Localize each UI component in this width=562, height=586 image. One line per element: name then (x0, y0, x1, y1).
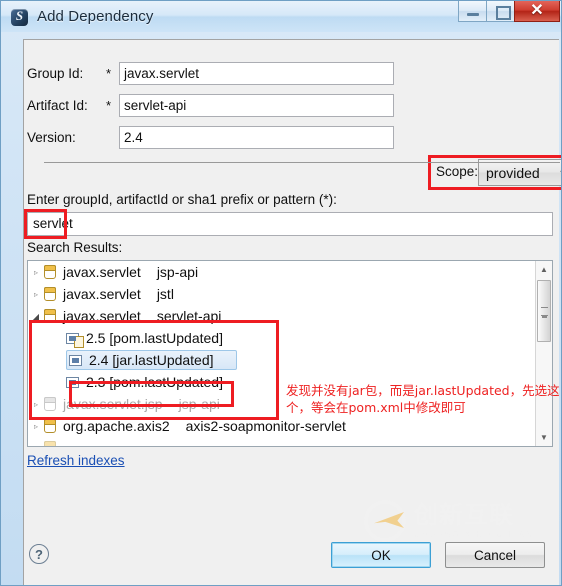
scroll-up-arrow-icon[interactable]: ▲ (536, 261, 552, 278)
artifact-id-input[interactable]: servlet-api (119, 93, 394, 117)
watermark-pinyin: CHUANG XIN HU LIAN (414, 530, 535, 539)
list-item-artifact: servlet-api (156, 308, 222, 324)
version-input[interactable]: 2.4 (119, 125, 394, 149)
title-bar[interactable]: Add Dependency ✕ (1, 1, 561, 32)
tree-vertical-scrollbar[interactable]: ▲ ▼ (535, 261, 552, 446)
cancel-button[interactable]: Cancel (445, 542, 545, 568)
list-item-selected[interactable]: 2.4 [jar.lastUpdated] (28, 349, 552, 371)
artifact-id-required-mark: * (106, 97, 112, 113)
chevron-right-icon[interactable]: ▹ (28, 400, 44, 409)
version-label: Version: (27, 129, 76, 145)
scope-group: Scope: provided ▼ (428, 155, 561, 190)
eclipse-maven-icon (11, 8, 28, 26)
list-item-artifact: axis2-soapmonitor-servlet (185, 418, 346, 434)
chevron-right-icon[interactable]: ▹ (28, 444, 44, 447)
watermark-chinese: 创新互联 (414, 501, 514, 529)
watermark: 创新互联 CHUANG XIN HU LIAN (364, 495, 554, 547)
scope-highlight-box (428, 155, 561, 190)
maximize-button[interactable] (486, 1, 515, 22)
list-item-group: javax.servlet (63, 264, 141, 280)
version-row: Version: 2.4 (24, 124, 559, 150)
list-item-artifact: jstl (156, 286, 174, 302)
list-item-version: 2.4 [jar.lastUpdated] (89, 352, 214, 368)
list-item-group: javax.servlet.jsp (63, 396, 163, 412)
list-item-version: 2.3 [pom.lastUpdated] (86, 374, 223, 390)
artifact-id-row: Artifact Id: * servlet-api (24, 92, 559, 118)
close-button[interactable]: ✕ (514, 1, 560, 22)
group-id-label: Group Id: (27, 65, 84, 81)
list-item-group: org.apache.axis2 (63, 418, 170, 434)
refresh-indexes-link[interactable]: Refresh indexes (27, 453, 125, 468)
list-item[interactable]: 2.5 [pom.lastUpdated] (28, 327, 552, 349)
chevron-right-icon[interactable]: ▹ (28, 290, 44, 299)
search-results-label: Search Results: (27, 240, 123, 255)
list-item[interactable]: ▹ javax.servlet jstl (28, 283, 552, 305)
group-id-input[interactable]: javax.servlet (119, 61, 394, 85)
list-item[interactable]: ▹ org.apache.axis2 axis2-soapmonitor-ser… (28, 415, 552, 437)
scroll-down-arrow-icon[interactable]: ▼ (536, 429, 552, 446)
dialog-client-area: Group Id: * javax.servlet Artifact Id: *… (23, 39, 561, 585)
chevron-right-icon[interactable]: ▹ (28, 268, 44, 277)
jar-icon (44, 441, 56, 446)
list-item-group: javax.servlet (63, 286, 141, 302)
group-id-required-mark: * (106, 65, 112, 81)
section-divider (44, 162, 560, 163)
window-title: Add Dependency (37, 8, 154, 25)
list-item-artifact: jsp-api (178, 396, 220, 412)
close-icon: ✕ (530, 2, 544, 19)
list-item-version: 2.5 [pom.lastUpdated] (86, 330, 223, 346)
annotation-note: 发现并没有jar包，而是jar.lastUpdated，先选这个，等会在pom.… (286, 383, 560, 415)
jar-icon (44, 287, 56, 301)
group-id-row: Group Id: * javax.servlet (24, 60, 559, 86)
jar-icon (44, 265, 56, 279)
list-item[interactable]: ◢ javax.servlet servlet-api (28, 305, 552, 327)
scrollbar-thumb[interactable] (537, 280, 551, 342)
version-icon (69, 354, 82, 366)
search-results-tree[interactable]: ▹ javax.servlet jsp-api ▹ javax.servlet … (27, 260, 553, 447)
list-item[interactable]: ▹ javax.servlet jsp-api (28, 261, 552, 283)
list-item-artifact: jsp-api (156, 264, 199, 280)
chevron-down-icon[interactable]: ◢ (28, 312, 44, 321)
artifact-id-label: Artifact Id: (27, 97, 88, 113)
minimize-button[interactable] (458, 1, 487, 22)
chevron-right-icon[interactable]: ▹ (28, 422, 44, 431)
watermark-text: 创新互联 CHUANG XIN HU LIAN (414, 503, 534, 539)
jar-icon (44, 397, 56, 411)
list-item-group: javax.servlet (63, 308, 141, 324)
search-prompt-label: Enter groupId, artifactId or sha1 prefix… (27, 192, 337, 207)
watermark-logo-icon (364, 500, 406, 542)
window-controls: ✕ (458, 1, 560, 22)
help-button[interactable]: ? (29, 544, 49, 564)
version-doc-icon (66, 332, 84, 348)
search-highlight-box (24, 209, 67, 239)
version-icon (66, 376, 79, 388)
list-item-partial[interactable]: ▹ (28, 437, 552, 447)
search-input[interactable]: servlet (27, 212, 553, 236)
ok-button[interactable]: OK (331, 542, 431, 568)
jar-icon (44, 419, 56, 433)
add-dependency-dialog: Add Dependency ✕ Group Id: * javax.servl… (0, 0, 562, 586)
jar-icon (44, 309, 56, 323)
